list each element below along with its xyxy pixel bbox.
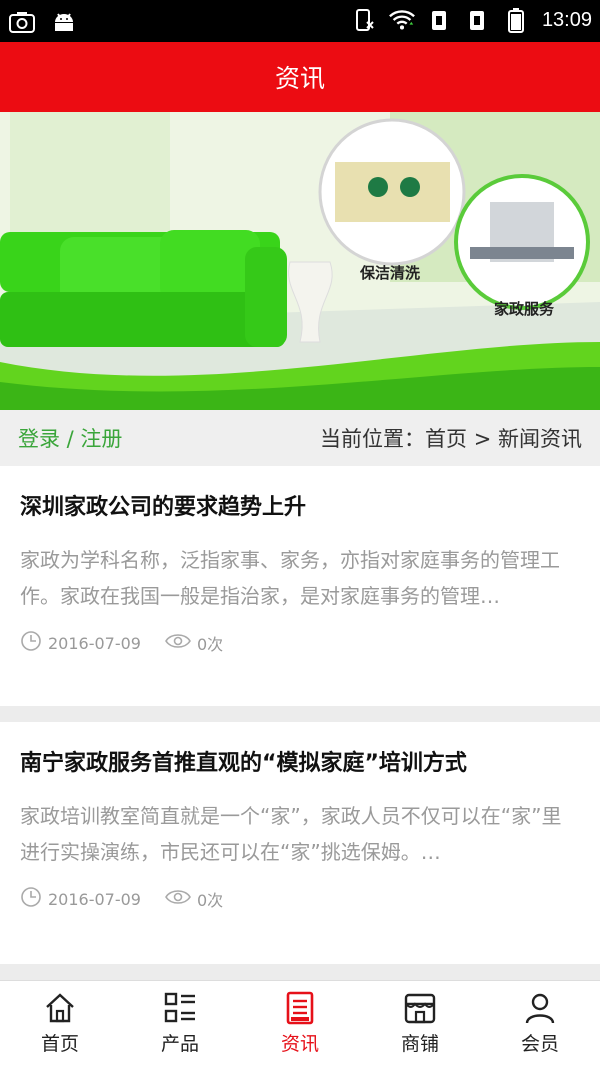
list-item[interactable]: 深圳家政公司的要求趋势上升 家政为学科名称，泛指家事、家务，亦指对家庭事务的管理…	[0, 466, 600, 706]
shop-icon	[404, 993, 436, 1024]
bottom-nav: 首页 产品 资讯 商铺 会员	[0, 980, 600, 1067]
article-summary: 家政为学科名称，泛指家事、家务，亦指对家庭事务的管理工作。家政在我国一般是指治家…	[20, 548, 560, 608]
article-meta: 2016-07-09 0次	[20, 886, 580, 912]
clock: 13:09	[541, 8, 592, 31]
screenshot-icon	[8, 8, 36, 36]
eye-icon	[165, 888, 191, 910]
nav-label: 首页	[40, 1033, 79, 1055]
article-views: 0次	[196, 891, 224, 910]
article-date: 2016-07-09	[48, 889, 141, 909]
login-register-link[interactable]: 登录 / 注册	[18, 423, 122, 453]
list-item[interactable]: 南宁家政服务首推直观的“模拟家庭”培训方式 家政培训教室简直就是一个“家”，家政…	[0, 722, 600, 964]
page-title: 资讯	[274, 64, 325, 93]
status-bar: 13:09	[0, 0, 600, 42]
banner-label-cleaning: 保洁清洗	[360, 264, 421, 282]
home-icon	[46, 993, 74, 1023]
nav-item-products[interactable]: 产品	[120, 981, 240, 1067]
breadcrumb: 当前位置：首页 > 新闻资讯	[320, 427, 582, 451]
article-title[interactable]: 深圳家政公司的要求趋势上升	[20, 466, 580, 524]
sim1-icon	[426, 6, 454, 34]
eye-icon	[165, 632, 191, 654]
wifi-icon	[388, 6, 416, 34]
nav-item-shop[interactable]: 商铺	[360, 981, 480, 1067]
nav-label: 产品	[160, 1033, 199, 1055]
article-date: 2016-07-09	[48, 633, 141, 653]
phone-vibrate-icon	[350, 6, 378, 34]
android-icon	[50, 8, 78, 36]
news-icon	[286, 991, 314, 1025]
banner-label-housekeeping: 家政服务	[494, 300, 555, 318]
nav-label: 会员	[520, 1033, 559, 1055]
sim2-icon	[464, 6, 492, 34]
clock-icon	[20, 630, 42, 656]
clock-icon	[20, 886, 42, 912]
info-row: 登录 / 注册 当前位置：首页 > 新闻资讯	[0, 410, 600, 466]
article-views: 0次	[196, 635, 224, 654]
nav-label: 商铺	[400, 1033, 439, 1055]
banner-image[interactable]: 保洁清洗 家政服务	[0, 112, 600, 410]
article-meta: 2016-07-09 0次	[20, 630, 580, 656]
nav-item-news[interactable]: 资讯	[240, 981, 360, 1067]
article-title[interactable]: 南宁家政服务首推直观的“模拟家庭”培训方式	[20, 722, 580, 780]
member-icon	[525, 993, 555, 1024]
nav-item-member[interactable]: 会员	[480, 981, 600, 1067]
nav-label: 资讯	[280, 1033, 319, 1055]
nav-item-home[interactable]: 首页	[0, 981, 120, 1067]
title-bar: 资讯	[0, 42, 600, 112]
product-list-icon	[164, 992, 195, 1023]
battery-icon	[502, 6, 530, 34]
article-summary: 家政培训教室简直就是一个“家”，家政人员不仅可以在“家”里进行实操演练，市民还可…	[20, 804, 562, 864]
